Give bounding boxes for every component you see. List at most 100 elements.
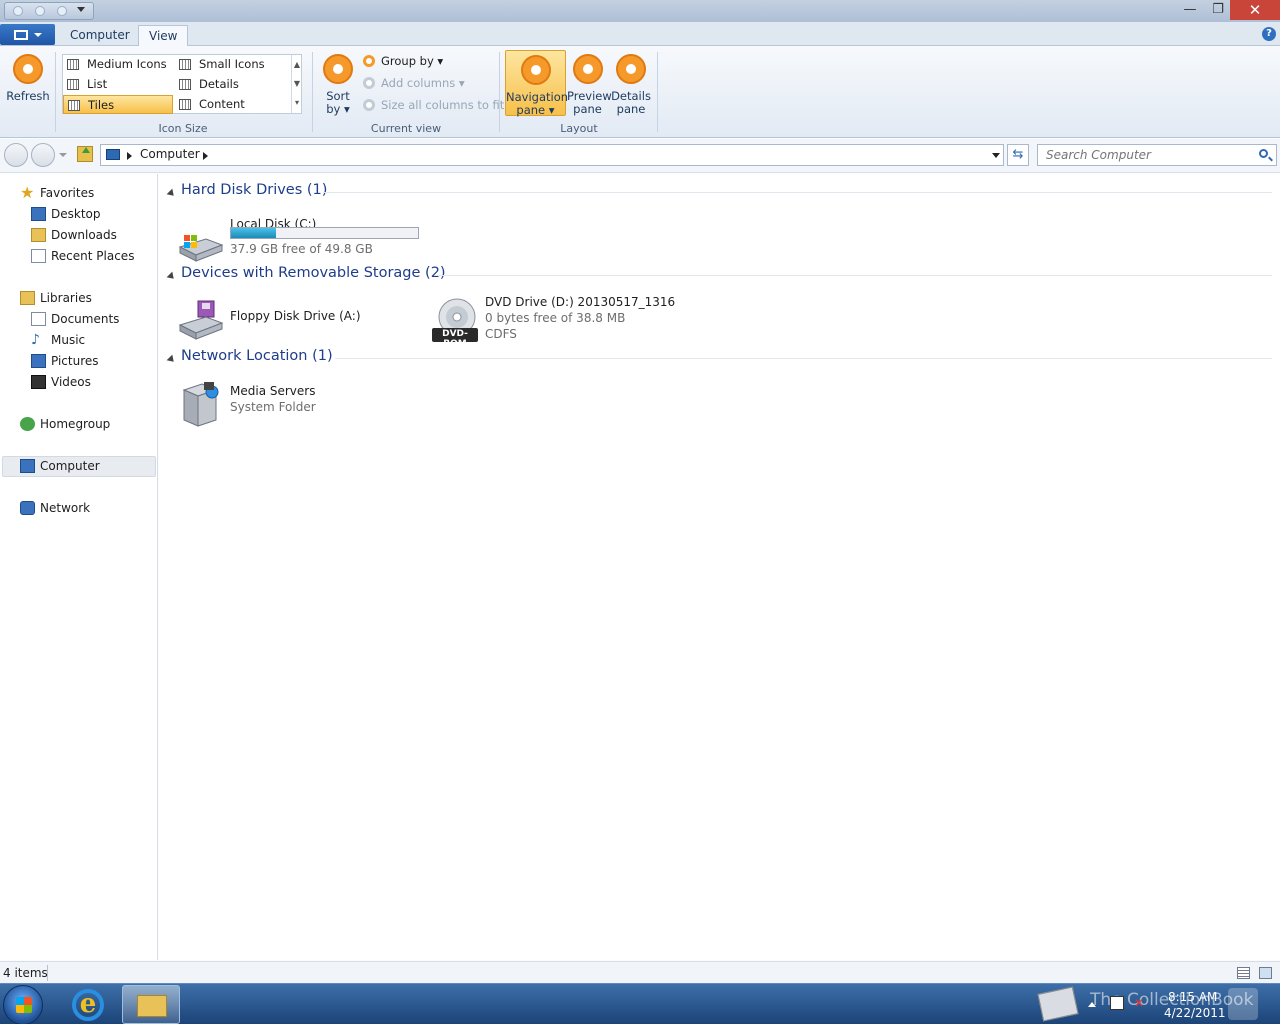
nav-homegroup[interactable]: Homegroup [20,414,110,434]
group-header-hard-disk-drives[interactable]: Hard Disk Drives (1) [166,182,1272,204]
notepad-tray-icon[interactable] [1037,986,1079,1022]
group-header-network-location[interactable]: Network Location (1) [166,348,1272,370]
content-icon [179,99,191,110]
nav-music[interactable]: ♪ Music [31,330,85,350]
drive-tile-floppy-a[interactable]: Floppy Disk Drive (A:) [176,295,376,345]
nav-label: Documents [51,312,120,326]
size-columns-button[interactable]: Size all columns to fit [363,96,504,114]
network-tile-media-servers[interactable]: Media Servers System Folder [176,378,376,428]
minimize-button[interactable]: — [1176,0,1204,20]
navigation-pane-label-1: Navigation [506,90,569,104]
quick-access-toolbar[interactable] [4,2,94,20]
folder-icon [137,995,167,1017]
details-view-icon[interactable] [1237,967,1250,979]
location-name: Media Servers [230,384,316,398]
details-pane-button[interactable]: Details pane [610,50,652,116]
application-menu-button[interactable] [0,24,55,45]
breadcrumb-arrow-icon[interactable] [203,152,212,160]
nav-label: Videos [51,375,91,389]
refresh-address-button[interactable]: ⇆ [1007,144,1029,166]
preview-pane-button[interactable]: Preview pane [567,50,612,116]
nav-network[interactable]: Network [20,498,90,518]
sort-by-button[interactable]: Sort by ▾ [320,50,356,116]
refresh-icon [13,54,43,84]
up-folder-icon[interactable] [77,146,93,162]
view-content[interactable]: Content [175,95,285,114]
breadcrumb-computer[interactable]: Computer [140,147,200,161]
nav-pictures[interactable]: Pictures [31,351,99,371]
gallery-scrollbar[interactable]: ▲ ▼ ▾ [291,55,302,113]
taskbar: e The CollectionBook ✕ 8:15 AM 4/22/2011 [0,983,1280,1024]
libraries-icon [20,291,35,305]
media-server-icon [182,382,219,427]
add-columns-button[interactable]: Add columns ▾ [363,74,465,92]
nav-label: Homegroup [40,417,111,431]
hard-drive-icon [178,235,224,262]
qat-new-folder-icon[interactable] [35,6,45,16]
view-details[interactable]: Details [175,75,285,94]
collapse-triangle-icon[interactable] [166,354,180,368]
internet-explorer-icon[interactable]: e [72,989,104,1021]
volume-muted-icon[interactable]: ✕ [1134,996,1148,1010]
nav-favorites[interactable]: ★ Favorites [20,183,94,203]
close-button[interactable]: ✕ [1230,0,1280,20]
nav-downloads[interactable]: Downloads [31,225,117,245]
collapse-triangle-icon[interactable] [166,271,180,285]
help-icon[interactable]: ? [1262,27,1276,41]
group-by-label: Group by ▾ [381,54,444,68]
clock-date[interactable]: 4/22/2011 [1164,1006,1226,1020]
search-icon[interactable] [1259,149,1268,158]
show-desktop-button[interactable] [1228,988,1258,1020]
list-icon [67,79,79,90]
view-medium-icons[interactable]: Medium Icons [63,55,173,74]
qat-undo-icon[interactable] [57,6,67,16]
recent-locations-chevron-icon[interactable] [59,153,67,161]
maximize-button[interactable]: ❐ [1204,0,1232,20]
breadcrumb-arrow-icon[interactable] [127,152,136,160]
nav-label: Pictures [51,354,99,368]
nav-label: Favorites [40,186,95,200]
refresh-button[interactable]: Refresh [4,50,52,103]
group-by-button[interactable]: Group by ▾ [363,52,443,70]
status-separator [47,965,48,981]
view-list[interactable]: List [63,75,173,94]
navigation-pane-label-2: pane ▾ [516,103,555,117]
large-icons-view-icon[interactable] [1259,967,1272,979]
tab-view[interactable]: View [138,25,189,47]
navigation-pane-icon [520,55,551,85]
explorer-taskbar-button[interactable] [122,985,180,1024]
nav-documents[interactable]: Documents [31,309,119,329]
back-button[interactable] [4,143,28,167]
drive-tile-local-disk-c[interactable]: Local Disk (C:) 37.9 GB free of 49.8 GB [176,217,426,262]
collapse-triangle-icon[interactable] [166,188,180,202]
drive-tile-dvd-d[interactable]: DVD-ROM DVD Drive (D:) 20130517_1316 0 b… [431,295,675,349]
add-columns-icon [363,77,375,89]
view-option-label: List [87,77,108,91]
nav-videos[interactable]: Videos [31,372,91,392]
navigation-pane-button[interactable]: Navigation pane ▾ [505,50,569,117]
group-divider [335,358,1272,359]
qat-properties-icon[interactable] [13,6,23,16]
group-label-layout: Layout [560,122,598,135]
view-tiles[interactable]: Tiles [63,95,173,114]
clock-time[interactable]: 8:15 AM [1168,990,1217,1004]
address-dropdown-icon[interactable] [992,153,1000,162]
nav-computer[interactable]: Computer [20,456,100,476]
group-header-removable-storage[interactable]: Devices with Removable Storage (2) [166,265,1272,287]
qat-customize-icon[interactable] [77,7,85,16]
windows-logo-icon [16,997,32,1013]
nav-libraries[interactable]: Libraries [20,288,92,308]
search-input[interactable] [1037,144,1277,166]
show-hidden-icons-chevron-icon[interactable] [1088,998,1096,1007]
address-bar[interactable]: Computer [100,144,1004,166]
capacity-bar [230,227,419,239]
network-tray-icon[interactable] [1110,996,1124,1010]
start-button[interactable] [3,985,43,1024]
nav-desktop[interactable]: Desktop [31,204,101,224]
computer-icon [106,149,120,160]
nav-recent-places[interactable]: Recent Places [31,246,134,266]
videos-film-icon [31,375,46,389]
view-small-icons[interactable]: Small Icons [175,55,285,74]
tab-computer[interactable]: Computer [60,25,140,47]
forward-button[interactable] [31,143,55,167]
